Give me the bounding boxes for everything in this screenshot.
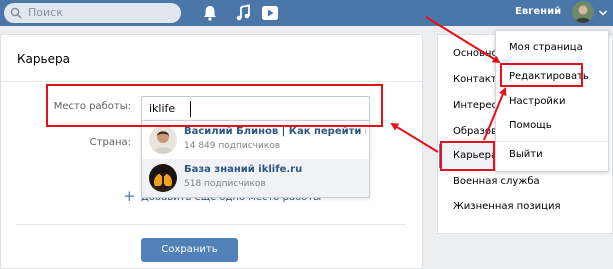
- annotation-arrows: [390, 16, 507, 153]
